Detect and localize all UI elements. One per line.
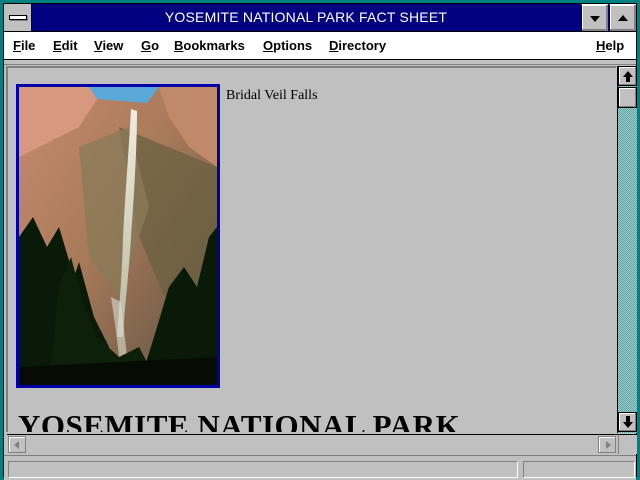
menu-options[interactable]: Options bbox=[263, 32, 312, 59]
menu-edit-label: dit bbox=[61, 38, 78, 53]
maximize-button[interactable] bbox=[609, 4, 636, 31]
scroll-left-button[interactable] bbox=[8, 436, 26, 453]
menu-file-mnemonic: F bbox=[13, 38, 21, 53]
vertical-scrollbar[interactable] bbox=[617, 66, 637, 433]
menu-go-label: o bbox=[151, 38, 160, 53]
bridal-veil-falls-image[interactable] bbox=[16, 84, 220, 388]
menu-file-label: ile bbox=[20, 38, 36, 53]
menu-directory-mnemonic: D bbox=[329, 38, 339, 53]
status-text bbox=[8, 461, 518, 478]
menu-view-label: iew bbox=[102, 38, 124, 53]
scroll-down-button[interactable] bbox=[618, 412, 637, 432]
image-caption: Bridal Veil Falls bbox=[226, 88, 318, 103]
arrow-right-icon bbox=[606, 441, 611, 449]
menu-bookmarks-label: ookmarks bbox=[183, 38, 245, 53]
menu-help-mnemonic: H bbox=[596, 38, 606, 53]
scroll-up-button[interactable] bbox=[618, 66, 637, 86]
window-title: YOSEMITE NATIONAL PARK FACT SHEET bbox=[164, 9, 448, 25]
browser-window: YOSEMITE NATIONAL PARK FACT SHEET File E… bbox=[0, 0, 640, 480]
scrollbar-corner bbox=[618, 434, 637, 454]
scroll-right-button[interactable] bbox=[598, 436, 616, 453]
status-progress-panel bbox=[523, 461, 635, 478]
system-menu-button[interactable] bbox=[4, 4, 32, 31]
page-heading: YOSEMITE NATIONAL PARK bbox=[18, 408, 461, 432]
arrow-left-icon bbox=[14, 441, 19, 449]
menu-edit-mnemonic: E bbox=[53, 38, 62, 53]
menu-help[interactable]: Help bbox=[596, 32, 624, 59]
menu-directory[interactable]: Directory bbox=[329, 32, 386, 59]
menu-directory-label: irectory bbox=[338, 38, 387, 53]
menu-options-label: ptions bbox=[273, 38, 313, 53]
title-bar[interactable]: YOSEMITE NATIONAL PARK FACT SHEET bbox=[4, 4, 636, 32]
toolbar-separator bbox=[4, 61, 636, 65]
status-bar bbox=[4, 455, 636, 480]
document-view[interactable]: Bridal Veil Falls YOSEMITE NATIONAL PARK bbox=[6, 66, 616, 432]
window-frame: YOSEMITE NATIONAL PARK FACT SHEET File E… bbox=[3, 3, 637, 480]
vertical-scroll-thumb[interactable] bbox=[618, 87, 637, 108]
menu-bar: File Edit View Go Bookmarks Options Dire… bbox=[4, 32, 636, 60]
arrow-up-stem bbox=[626, 77, 630, 82]
triangle-up-icon bbox=[618, 15, 628, 21]
menu-options-mnemonic: O bbox=[263, 38, 274, 53]
menu-bookmarks-mnemonic: B bbox=[174, 38, 184, 53]
horizontal-scrollbar[interactable] bbox=[7, 434, 618, 454]
minimize-button[interactable] bbox=[581, 4, 608, 31]
system-menu-icon bbox=[9, 15, 27, 20]
menu-view[interactable]: View bbox=[94, 32, 123, 59]
waterfall-photo bbox=[19, 87, 217, 385]
triangle-down-icon bbox=[590, 16, 600, 22]
menu-go-mnemonic: G bbox=[141, 38, 152, 53]
menu-help-label: elp bbox=[605, 38, 625, 53]
arrow-down-icon bbox=[623, 422, 633, 428]
menu-edit[interactable]: Edit bbox=[53, 32, 78, 59]
menu-bookmarks[interactable]: Bookmarks bbox=[174, 32, 245, 59]
menu-file[interactable]: File bbox=[13, 32, 35, 59]
menu-go[interactable]: Go bbox=[141, 32, 159, 59]
